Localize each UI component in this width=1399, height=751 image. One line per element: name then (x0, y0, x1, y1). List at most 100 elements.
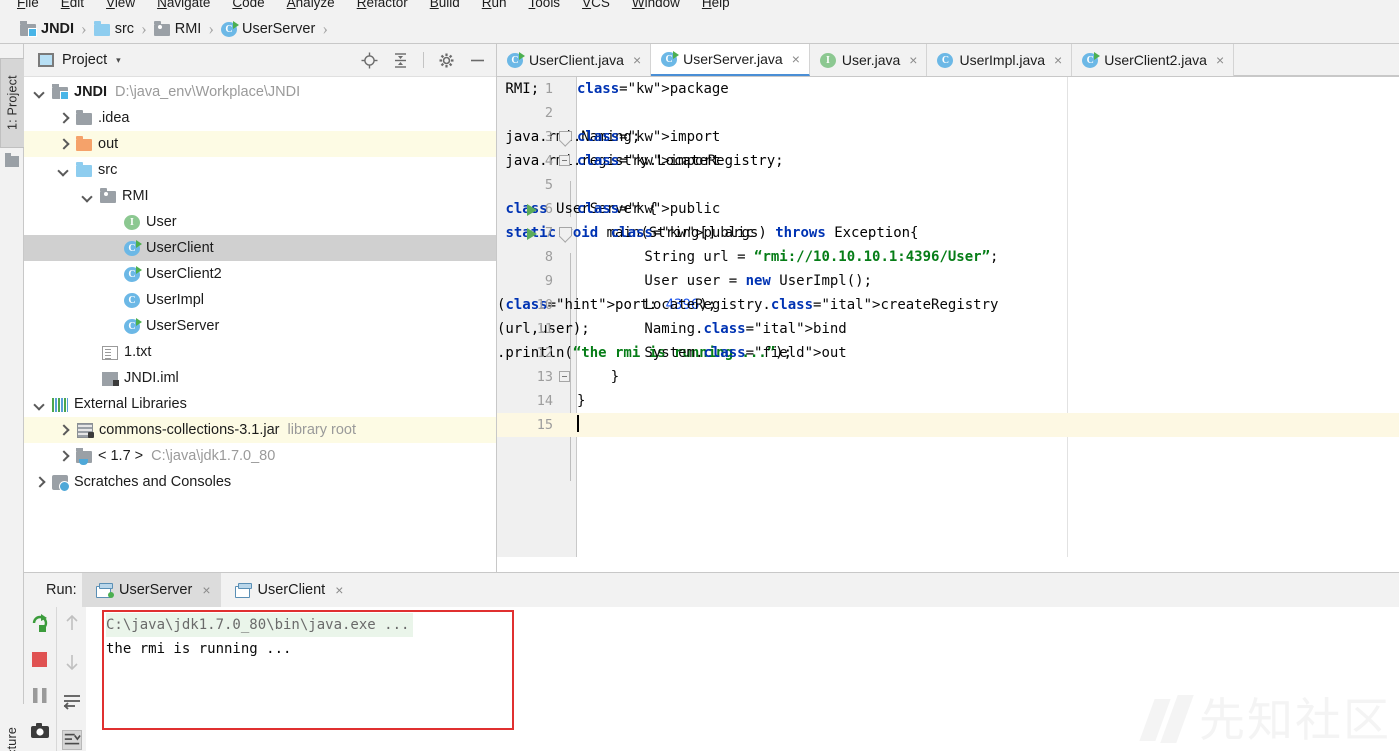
tree-item-sublabel: library root (287, 422, 357, 438)
close-icon[interactable]: × (792, 51, 800, 67)
editor-tab-userserver[interactable]: C UserServer.java × (651, 44, 810, 76)
folder-icon (76, 136, 92, 151)
tree-item-1-7[interactable]: < 1.7 > C:\java\jdk1.7.0_80 (24, 443, 496, 469)
breadcrumb-item-rmi[interactable]: RMI (153, 20, 202, 37)
tree-item-1-txt[interactable]: 1.txt (24, 339, 496, 365)
breadcrumb-item-jndi[interactable]: JNDI (20, 20, 74, 37)
tree-item-userclient[interactable]: C UserClient (24, 235, 496, 261)
code-line: 9 User user = new UserImpl(); (497, 269, 1399, 293)
close-icon[interactable]: × (633, 52, 641, 68)
menu-item-analyze[interactable]: Analyze (276, 0, 346, 14)
tree-expand-arrow[interactable] (58, 165, 69, 176)
fold-marker-icon[interactable] (559, 371, 570, 382)
menu-item-window[interactable]: Window (621, 0, 691, 14)
run-tab-userclient[interactable]: UserClient × (221, 573, 354, 607)
close-icon[interactable]: × (1216, 52, 1224, 68)
settings-gear-icon[interactable] (438, 52, 455, 69)
tree-item-rmi[interactable]: RMI (24, 183, 496, 209)
tree-item-user[interactable]: I User (24, 209, 496, 235)
collapse-all-icon[interactable] (392, 52, 409, 69)
close-icon[interactable]: × (202, 582, 210, 598)
close-icon[interactable]: × (335, 582, 343, 598)
tree-expand-arrow[interactable] (34, 399, 45, 410)
scroll-down-icon[interactable] (62, 652, 82, 672)
fold-marker-icon[interactable] (559, 227, 572, 238)
tool-window-tab-structure[interactable]: tructure (0, 704, 24, 751)
fold-marker-icon[interactable] (559, 155, 570, 166)
breadcrumb-item-userserver[interactable]: C UserServer (221, 20, 315, 37)
line-number: 8 (544, 249, 553, 265)
menu-item-refactor[interactable]: Refactor (346, 0, 419, 14)
code-line: 4 class="kw">import java.rmi.registry.Loc… (497, 149, 1399, 173)
breadcrumb-label: RMI (174, 20, 202, 37)
editor-tab-user[interactable]: I User.java × (809, 44, 928, 76)
tree-item-idea[interactable]: .idea (24, 105, 496, 131)
tree-expand-arrow[interactable] (34, 477, 45, 488)
run-panel-header: Run: UserServer × UserClient × (24, 573, 1399, 607)
tree-expand-arrow[interactable] (58, 113, 69, 124)
tree-expand-arrow[interactable] (58, 451, 69, 462)
run-tab-userserver[interactable]: UserServer × (82, 573, 221, 607)
editor-tab-userclient2[interactable]: C UserClient2.java × (1072, 44, 1235, 76)
rerun-icon[interactable] (30, 613, 50, 633)
close-icon[interactable]: × (1054, 52, 1062, 68)
tree-expand-arrow[interactable] (82, 191, 93, 202)
code-line: 11 Naming.class="ital">bind (url,user); (497, 317, 1399, 341)
locate-icon[interactable] (361, 52, 378, 69)
breadcrumb-item-src[interactable]: src (93, 20, 134, 37)
class-runnable-icon: C (507, 52, 525, 68)
run-tool-window: Run: UserServer × UserClient × C:\java\j… (24, 572, 1399, 751)
tree-expand-arrow[interactable] (34, 87, 45, 98)
module-icon (20, 20, 37, 37)
tree-item-label: commons-collections-3.1.jar (99, 422, 280, 438)
tree-item-label: User (146, 214, 177, 230)
interface-icon: I (124, 215, 140, 230)
run-gutter-icon[interactable] (527, 204, 537, 216)
tree-item-userimpl[interactable]: C UserImpl (24, 287, 496, 313)
run-console-output[interactable]: C:\java\jdk1.7.0_80\bin\java.exe ... the… (86, 607, 1399, 751)
tree-item-out[interactable]: out (24, 131, 496, 157)
fold-marker-icon[interactable] (559, 131, 572, 142)
tree-expand-arrow[interactable] (58, 139, 69, 150)
menu-item-navigate[interactable]: Navigate (146, 0, 221, 14)
menu-item-tools[interactable]: Tools (518, 0, 572, 14)
tree-item-jndi[interactable]: JNDI D:\java_env\Workplace\JNDI (24, 79, 496, 105)
menu-item-vcs[interactable]: VCS (571, 0, 621, 14)
stop-icon[interactable] (30, 649, 50, 669)
menu-item-file[interactable]: File (6, 0, 50, 14)
menu-item-build[interactable]: Build (419, 0, 471, 14)
close-icon[interactable]: × (909, 52, 917, 68)
scroll-up-icon[interactable] (62, 613, 82, 633)
tree-item-userserver[interactable]: C UserServer (24, 313, 496, 339)
pause-icon[interactable] (30, 685, 50, 705)
run-gutter-icon[interactable] (527, 228, 537, 240)
menu-item-code[interactable]: Code (221, 0, 275, 14)
scroll-to-end-icon[interactable] (61, 730, 82, 750)
menu-item-run[interactable]: Run (471, 0, 518, 14)
tree-item-scratches-and-consoles[interactable]: Scratches and Consoles (24, 469, 496, 495)
tree-expand-arrow[interactable] (58, 425, 69, 436)
class-runnable-icon: C (124, 318, 142, 334)
tree-item-jndi-iml[interactable]: JNDI.iml (24, 365, 496, 391)
tree-item-userclient2[interactable]: C UserClient2 (24, 261, 496, 287)
chevron-down-icon[interactable]: ▾ (116, 55, 121, 66)
menu-item-edit[interactable]: Edit (50, 0, 95, 14)
soft-wrap-icon[interactable] (62, 691, 82, 711)
tool-window-tab-project[interactable]: 1: Project (0, 58, 24, 148)
code-editor[interactable]: 1 class="kw">package RMI; 2 3 class="kw">imp… (497, 77, 1399, 572)
code-line: 2 (497, 101, 1399, 125)
menu-item-view[interactable]: View (95, 0, 146, 14)
editor-tab-userimpl[interactable]: C UserImpl.java × (927, 44, 1073, 76)
editor-tab-userclient[interactable]: C UserClient.java × (497, 44, 652, 76)
minimize-icon[interactable] (469, 52, 486, 69)
left-tool-strip: 1: Project tructure (0, 44, 24, 751)
tree-item-label: UserClient (146, 240, 214, 256)
screenshot-icon[interactable] (30, 721, 50, 741)
menu-item-help[interactable]: Help (691, 0, 741, 14)
editor-tab-label: User.java (841, 52, 901, 68)
tree-item-external-libraries[interactable]: External Libraries (24, 391, 496, 417)
code-line: 1 class="kw">package RMI; (497, 77, 1399, 101)
run-config-icon (96, 583, 114, 598)
tree-item-src[interactable]: src (24, 157, 496, 183)
tree-item-commons-collections-3-1-jar[interactable]: commons-collections-3.1.jar library root (24, 417, 496, 443)
